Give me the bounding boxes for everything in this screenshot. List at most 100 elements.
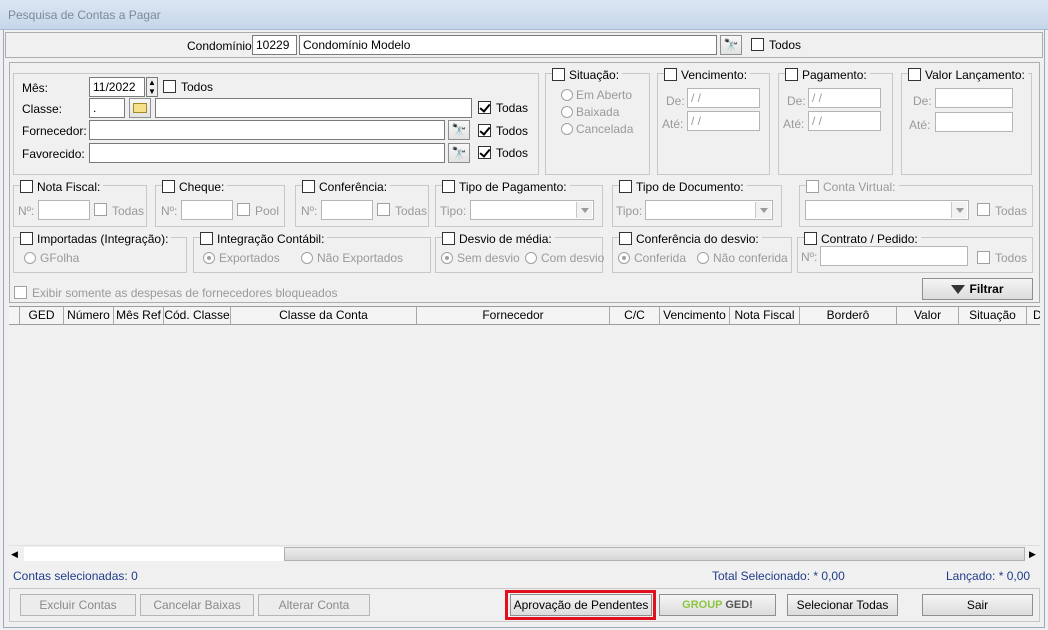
condominio-todos-label: Todos xyxy=(769,38,802,52)
col-ged[interactable]: GED xyxy=(20,307,64,324)
conferida-radio[interactable] xyxy=(618,252,630,264)
sair-button[interactable]: Sair xyxy=(922,594,1033,616)
cancelar-baixas-button[interactable]: Cancelar Baixas xyxy=(140,594,254,616)
valor-ate-input[interactable] xyxy=(935,112,1013,132)
tipo-pagamento-checkbox[interactable] xyxy=(442,180,455,193)
contrato-todos-checkbox[interactable] xyxy=(977,251,990,264)
favorecido-todos-checkbox[interactable] xyxy=(478,146,491,159)
valor-checkbox[interactable] xyxy=(908,68,921,81)
horizontal-scrollbar[interactable]: ◀ ▶ xyxy=(9,545,1040,562)
com-desvio-label: Com desvio xyxy=(541,251,605,265)
fornecedor-search-button[interactable]: 🔭 xyxy=(448,120,470,140)
col-bordero[interactable]: Borderô xyxy=(800,307,897,324)
tipo-documento-tipo-label: Tipo: xyxy=(616,204,643,218)
col-numero[interactable]: Número xyxy=(64,307,114,324)
conf-desvio-checkbox[interactable] xyxy=(619,232,632,245)
alterar-conta-button[interactable]: Alterar Conta xyxy=(258,594,370,616)
scrollbar-thumb[interactable] xyxy=(284,547,1025,561)
col-valor[interactable]: Valor xyxy=(897,307,959,324)
conferencia-checkbox[interactable] xyxy=(302,180,315,193)
fornecedor-input[interactable] xyxy=(89,120,445,140)
vencimento-checkbox[interactable] xyxy=(664,68,677,81)
nao-conferida-label: Não conferida xyxy=(713,251,788,265)
com-desvio-radio[interactable] xyxy=(525,252,537,264)
condominio-todos-checkbox[interactable] xyxy=(751,38,764,51)
favorecido-input[interactable] xyxy=(89,143,445,163)
exportados-radio[interactable] xyxy=(203,252,215,264)
contrato-checkbox[interactable] xyxy=(804,232,817,245)
classe-folder-button[interactable] xyxy=(129,98,151,118)
grid-body[interactable] xyxy=(9,325,1040,545)
tipo-pagamento-select[interactable] xyxy=(470,200,594,220)
pagamento-de-input[interactable]: / / xyxy=(808,88,881,108)
fornecedor-todos-checkbox[interactable] xyxy=(478,124,491,137)
condominio-search-button[interactable]: 🔭 xyxy=(720,35,742,55)
tipo-documento-select[interactable] xyxy=(645,200,773,220)
col-situacao[interactable]: Situação xyxy=(959,307,1027,324)
filtrar-button[interactable]: Filtrar xyxy=(922,278,1033,300)
condominio-code-input[interactable]: 10229 xyxy=(252,35,297,55)
excluir-contas-button[interactable]: Excluir Contas xyxy=(20,594,136,616)
col-classe-conta[interactable]: Classe da Conta xyxy=(231,307,417,324)
col-vencimento[interactable]: Vencimento xyxy=(660,307,730,324)
conferencia-input[interactable] xyxy=(321,200,373,220)
importadas-checkbox[interactable] xyxy=(20,232,33,245)
col-fornecedor[interactable]: Fornecedor xyxy=(417,307,610,324)
situacao-cancelada-radio[interactable] xyxy=(561,123,573,135)
col-d[interactable]: D xyxy=(1027,307,1040,324)
tipo-documento-checkbox[interactable] xyxy=(619,180,632,193)
nota-fiscal-no-label: Nº: xyxy=(18,204,35,218)
col-cod-classe[interactable]: Cód. Classe xyxy=(164,307,231,324)
col-nota-fiscal[interactable]: Nota Fiscal xyxy=(730,307,800,324)
nota-fiscal-input[interactable] xyxy=(38,200,90,220)
vencimento-ate-input[interactable]: / / xyxy=(687,111,760,131)
sem-desvio-radio[interactable] xyxy=(441,252,453,264)
valor-de-input[interactable] xyxy=(935,88,1013,108)
col-mes-ref[interactable]: Mês Ref xyxy=(114,307,164,324)
integracao-checkbox[interactable] xyxy=(200,232,213,245)
vencimento-de-label: De: xyxy=(666,94,685,108)
classe-name-input[interactable] xyxy=(155,98,472,118)
nao-exportados-radio[interactable] xyxy=(301,252,313,264)
classe-todas-checkbox[interactable] xyxy=(478,101,491,114)
cheque-pool-checkbox[interactable] xyxy=(237,203,250,216)
fornecedor-todos-label: Todos xyxy=(496,124,529,138)
scroll-right-icon[interactable]: ▶ xyxy=(1029,549,1036,560)
situacao-checkbox[interactable] xyxy=(552,68,565,81)
mes-input[interactable]: 11/2022 xyxy=(89,77,145,97)
favorecido-search-button[interactable]: 🔭 xyxy=(448,143,470,163)
nota-fiscal-checkbox[interactable] xyxy=(20,180,33,193)
situacao-em-aberto-label: Em Aberto xyxy=(576,88,633,102)
conta-virtual-select[interactable] xyxy=(805,200,969,220)
mes-spin-button[interactable]: ▲ ▼ xyxy=(146,77,158,97)
conferida-label: Conferida xyxy=(634,251,687,265)
situacao-em-aberto-radio[interactable] xyxy=(561,89,573,101)
contrato-todos-label: Todos xyxy=(995,251,1028,265)
ged-ged-text: GED! xyxy=(725,599,753,611)
condominio-name-input[interactable]: Condomínio Modelo xyxy=(299,35,717,55)
mes-todos-checkbox[interactable] xyxy=(163,80,176,93)
classe-code-input[interactable]: . xyxy=(89,98,125,118)
conta-virtual-todas-checkbox[interactable] xyxy=(977,203,990,216)
bloqueados-checkbox[interactable] xyxy=(14,286,27,299)
chevron-down-icon xyxy=(576,202,592,218)
col-cc[interactable]: C/C xyxy=(610,307,660,324)
pagamento-ate-input[interactable]: / / xyxy=(808,111,881,131)
scroll-left-icon[interactable]: ◀ xyxy=(11,549,18,560)
aprovacao-pendentes-button[interactable]: Aprovação de Pendentes xyxy=(510,594,652,616)
nao-conferida-radio[interactable] xyxy=(697,252,709,264)
group-ged-button[interactable]: GROUP GED! xyxy=(659,594,776,616)
conferencia-todas-checkbox[interactable] xyxy=(377,203,390,216)
nota-fiscal-todas-checkbox[interactable] xyxy=(94,203,107,216)
pagamento-de-label: De: xyxy=(787,94,806,108)
contrato-input[interactable] xyxy=(820,246,968,266)
gfolha-radio[interactable] xyxy=(24,252,36,264)
cheque-input[interactable] xyxy=(181,200,233,220)
cheque-checkbox[interactable] xyxy=(162,180,175,193)
situacao-baixada-radio[interactable] xyxy=(561,106,573,118)
pagamento-checkbox[interactable] xyxy=(785,68,798,81)
conta-virtual-checkbox[interactable] xyxy=(806,180,819,193)
vencimento-de-input[interactable]: / / xyxy=(687,88,760,108)
selecionar-todas-button[interactable]: Selecionar Todas xyxy=(787,594,898,616)
desvio-checkbox[interactable] xyxy=(442,232,455,245)
